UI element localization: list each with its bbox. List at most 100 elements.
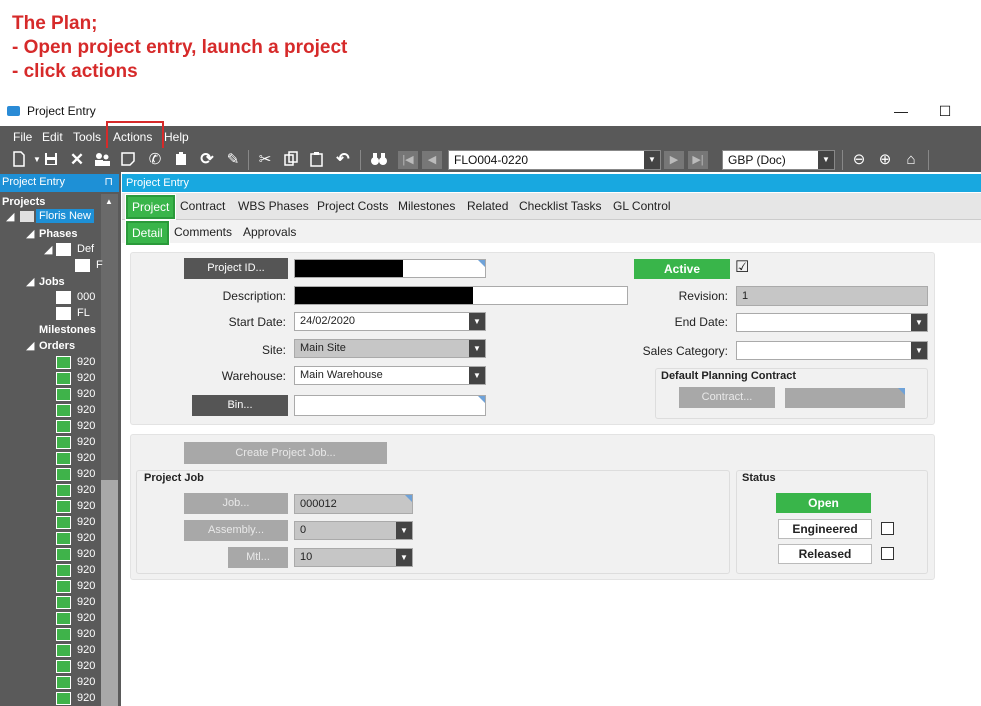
tree-order-item[interactable]: 920 bbox=[77, 659, 95, 673]
tree-order-item[interactable]: 920 bbox=[77, 467, 95, 481]
note-icon[interactable] bbox=[119, 151, 137, 169]
scroll-up-icon[interactable]: ▲ bbox=[105, 197, 113, 206]
tab-checklist-tasks[interactable]: Checklist Tasks bbox=[519, 193, 601, 220]
chevron-down-icon[interactable]: ▼ bbox=[469, 340, 485, 357]
active-checkbox[interactable]: ☑ bbox=[735, 259, 749, 277]
tree-order-item[interactable]: 920 bbox=[77, 595, 95, 609]
tree-order-item[interactable]: 920 bbox=[77, 483, 95, 497]
tree-order-item[interactable]: 920 bbox=[77, 355, 95, 369]
tree-milestones-label[interactable]: Milestones bbox=[39, 324, 96, 336]
start-date-field[interactable]: 24/02/2020 ▼ bbox=[294, 312, 486, 331]
tab-wbs-phases[interactable]: WBS Phases bbox=[238, 193, 309, 220]
tree-phase-child[interactable]: F bbox=[96, 258, 103, 272]
last-record-icon[interactable]: ▶| bbox=[688, 151, 708, 169]
tree-jobs-label[interactable]: Jobs bbox=[39, 276, 65, 288]
tree-expand-icon[interactable]: ◢ bbox=[44, 243, 52, 257]
released-button[interactable]: Released bbox=[778, 544, 872, 564]
phone-icon[interactable]: ✆ bbox=[146, 151, 164, 169]
subtab-approvals[interactable]: Approvals bbox=[243, 220, 296, 245]
tab-project-costs[interactable]: Project Costs bbox=[317, 193, 388, 220]
tree-expand-icon[interactable]: ◢ bbox=[6, 210, 14, 224]
engineered-button[interactable]: Engineered bbox=[778, 519, 872, 539]
job-field[interactable]: 000012 bbox=[294, 494, 413, 514]
new-icon[interactable] bbox=[10, 151, 28, 169]
record-selector[interactable]: FLO004-0220 ▼ bbox=[448, 150, 661, 170]
tree-order-item[interactable]: 920 bbox=[77, 515, 95, 529]
mtl-button[interactable]: Mtl... bbox=[228, 547, 288, 568]
sales-category-field[interactable]: ▼ bbox=[736, 341, 928, 360]
tree-phase-item[interactable]: Def bbox=[77, 242, 94, 256]
mtl-field[interactable]: 10 ▼ bbox=[294, 548, 413, 567]
pin-icon[interactable]: ⊓ bbox=[104, 174, 113, 191]
menu-file[interactable]: File bbox=[12, 128, 33, 146]
released-checkbox[interactable] bbox=[881, 547, 894, 560]
tree-project-item[interactable]: Floris New bbox=[36, 209, 94, 223]
tree-order-item[interactable]: 920 bbox=[77, 563, 95, 577]
subtab-detail[interactable]: Detail bbox=[125, 220, 170, 246]
tree-order-item[interactable]: 920 bbox=[77, 371, 95, 385]
tree-order-item[interactable]: 920 bbox=[77, 451, 95, 465]
minimize-button[interactable]: — bbox=[888, 100, 914, 122]
chevron-down-icon[interactable]: ▼ bbox=[396, 549, 412, 566]
bin-button[interactable]: Bin... bbox=[192, 395, 288, 416]
tree-expand-icon[interactable]: ◢ bbox=[26, 339, 34, 353]
next-record-icon[interactable]: ▶ bbox=[664, 151, 684, 169]
end-date-field[interactable]: ▼ bbox=[736, 313, 928, 332]
tree-order-item[interactable]: 920 bbox=[77, 499, 95, 513]
chevron-down-icon[interactable]: ▼ bbox=[396, 522, 412, 539]
tree-order-item[interactable]: 920 bbox=[77, 387, 95, 401]
chevron-down-icon[interactable]: ▼ bbox=[469, 367, 485, 384]
tab-project[interactable]: Project bbox=[124, 194, 177, 220]
tree-order-item[interactable]: 920 bbox=[77, 403, 95, 417]
tree-scrollbar-thumb[interactable] bbox=[101, 480, 118, 706]
bin-field[interactable] bbox=[294, 395, 486, 416]
menu-help[interactable]: Help bbox=[163, 128, 190, 146]
first-record-icon[interactable]: |◀ bbox=[398, 151, 418, 169]
chevron-down-icon[interactable]: ▼ bbox=[911, 314, 927, 331]
save-icon[interactable] bbox=[42, 151, 60, 169]
menu-tools[interactable]: Tools bbox=[72, 128, 102, 146]
undo-icon[interactable]: ↶ bbox=[334, 151, 352, 169]
tree-expand-icon[interactable]: ◢ bbox=[26, 227, 34, 241]
people-icon[interactable] bbox=[93, 151, 111, 169]
tab-milestones[interactable]: Milestones bbox=[398, 193, 455, 220]
tree-order-item[interactable]: 920 bbox=[77, 579, 95, 593]
delete-icon[interactable]: ✕ bbox=[68, 151, 86, 169]
attachment-icon[interactable] bbox=[172, 151, 190, 169]
tree-order-item[interactable]: 920 bbox=[77, 531, 95, 545]
revision-field[interactable]: 1 bbox=[736, 286, 928, 306]
project-id-field[interactable] bbox=[294, 259, 486, 278]
description-field[interactable] bbox=[294, 286, 628, 305]
tab-related[interactable]: Related bbox=[467, 193, 508, 220]
forward-icon[interactable]: ⊕ bbox=[876, 151, 894, 169]
tree-job-item[interactable]: 000 bbox=[77, 290, 95, 304]
tree-order-item[interactable]: 920 bbox=[77, 419, 95, 433]
tree-order-item[interactable]: 920 bbox=[77, 675, 95, 689]
create-project-job-button[interactable]: Create Project Job... bbox=[184, 442, 387, 464]
back-icon[interactable]: ⊖ bbox=[850, 151, 868, 169]
clear-icon[interactable]: ✎ bbox=[224, 151, 242, 169]
site-field[interactable]: Main Site ▼ bbox=[294, 339, 486, 358]
assembly-button[interactable]: Assembly... bbox=[184, 520, 288, 541]
tree-orders-label[interactable]: Orders bbox=[39, 340, 75, 352]
tree-order-item[interactable]: 920 bbox=[77, 435, 95, 449]
tab-contract[interactable]: Contract bbox=[180, 193, 225, 220]
warehouse-field[interactable]: Main Warehouse ▼ bbox=[294, 366, 486, 385]
tree-order-item[interactable]: 920 bbox=[77, 611, 95, 625]
project-id-button[interactable]: Project ID... bbox=[184, 258, 288, 279]
cut-icon[interactable]: ✂ bbox=[256, 151, 274, 169]
chevron-down-icon[interactable]: ▼ bbox=[469, 313, 485, 330]
chevron-down-icon[interactable]: ▼ bbox=[818, 151, 834, 169]
home-icon[interactable]: ⌂ bbox=[902, 151, 920, 169]
currency-selector[interactable]: GBP (Doc) ▼ bbox=[722, 150, 835, 170]
tree-phases-label[interactable]: Phases bbox=[39, 228, 78, 240]
tree-order-item[interactable]: 920 bbox=[77, 643, 95, 657]
tree-order-item[interactable]: 920 bbox=[77, 627, 95, 641]
assembly-field[interactable]: 0 ▼ bbox=[294, 521, 413, 540]
maximize-button[interactable]: ☐ bbox=[932, 100, 958, 122]
subtab-comments[interactable]: Comments bbox=[174, 220, 232, 245]
tree-job-item[interactable]: FL bbox=[77, 306, 90, 320]
contract-button[interactable]: Contract... bbox=[679, 387, 775, 408]
tab-gl-control[interactable]: GL Control bbox=[613, 193, 671, 220]
search-binoculars-icon[interactable] bbox=[370, 151, 388, 169]
